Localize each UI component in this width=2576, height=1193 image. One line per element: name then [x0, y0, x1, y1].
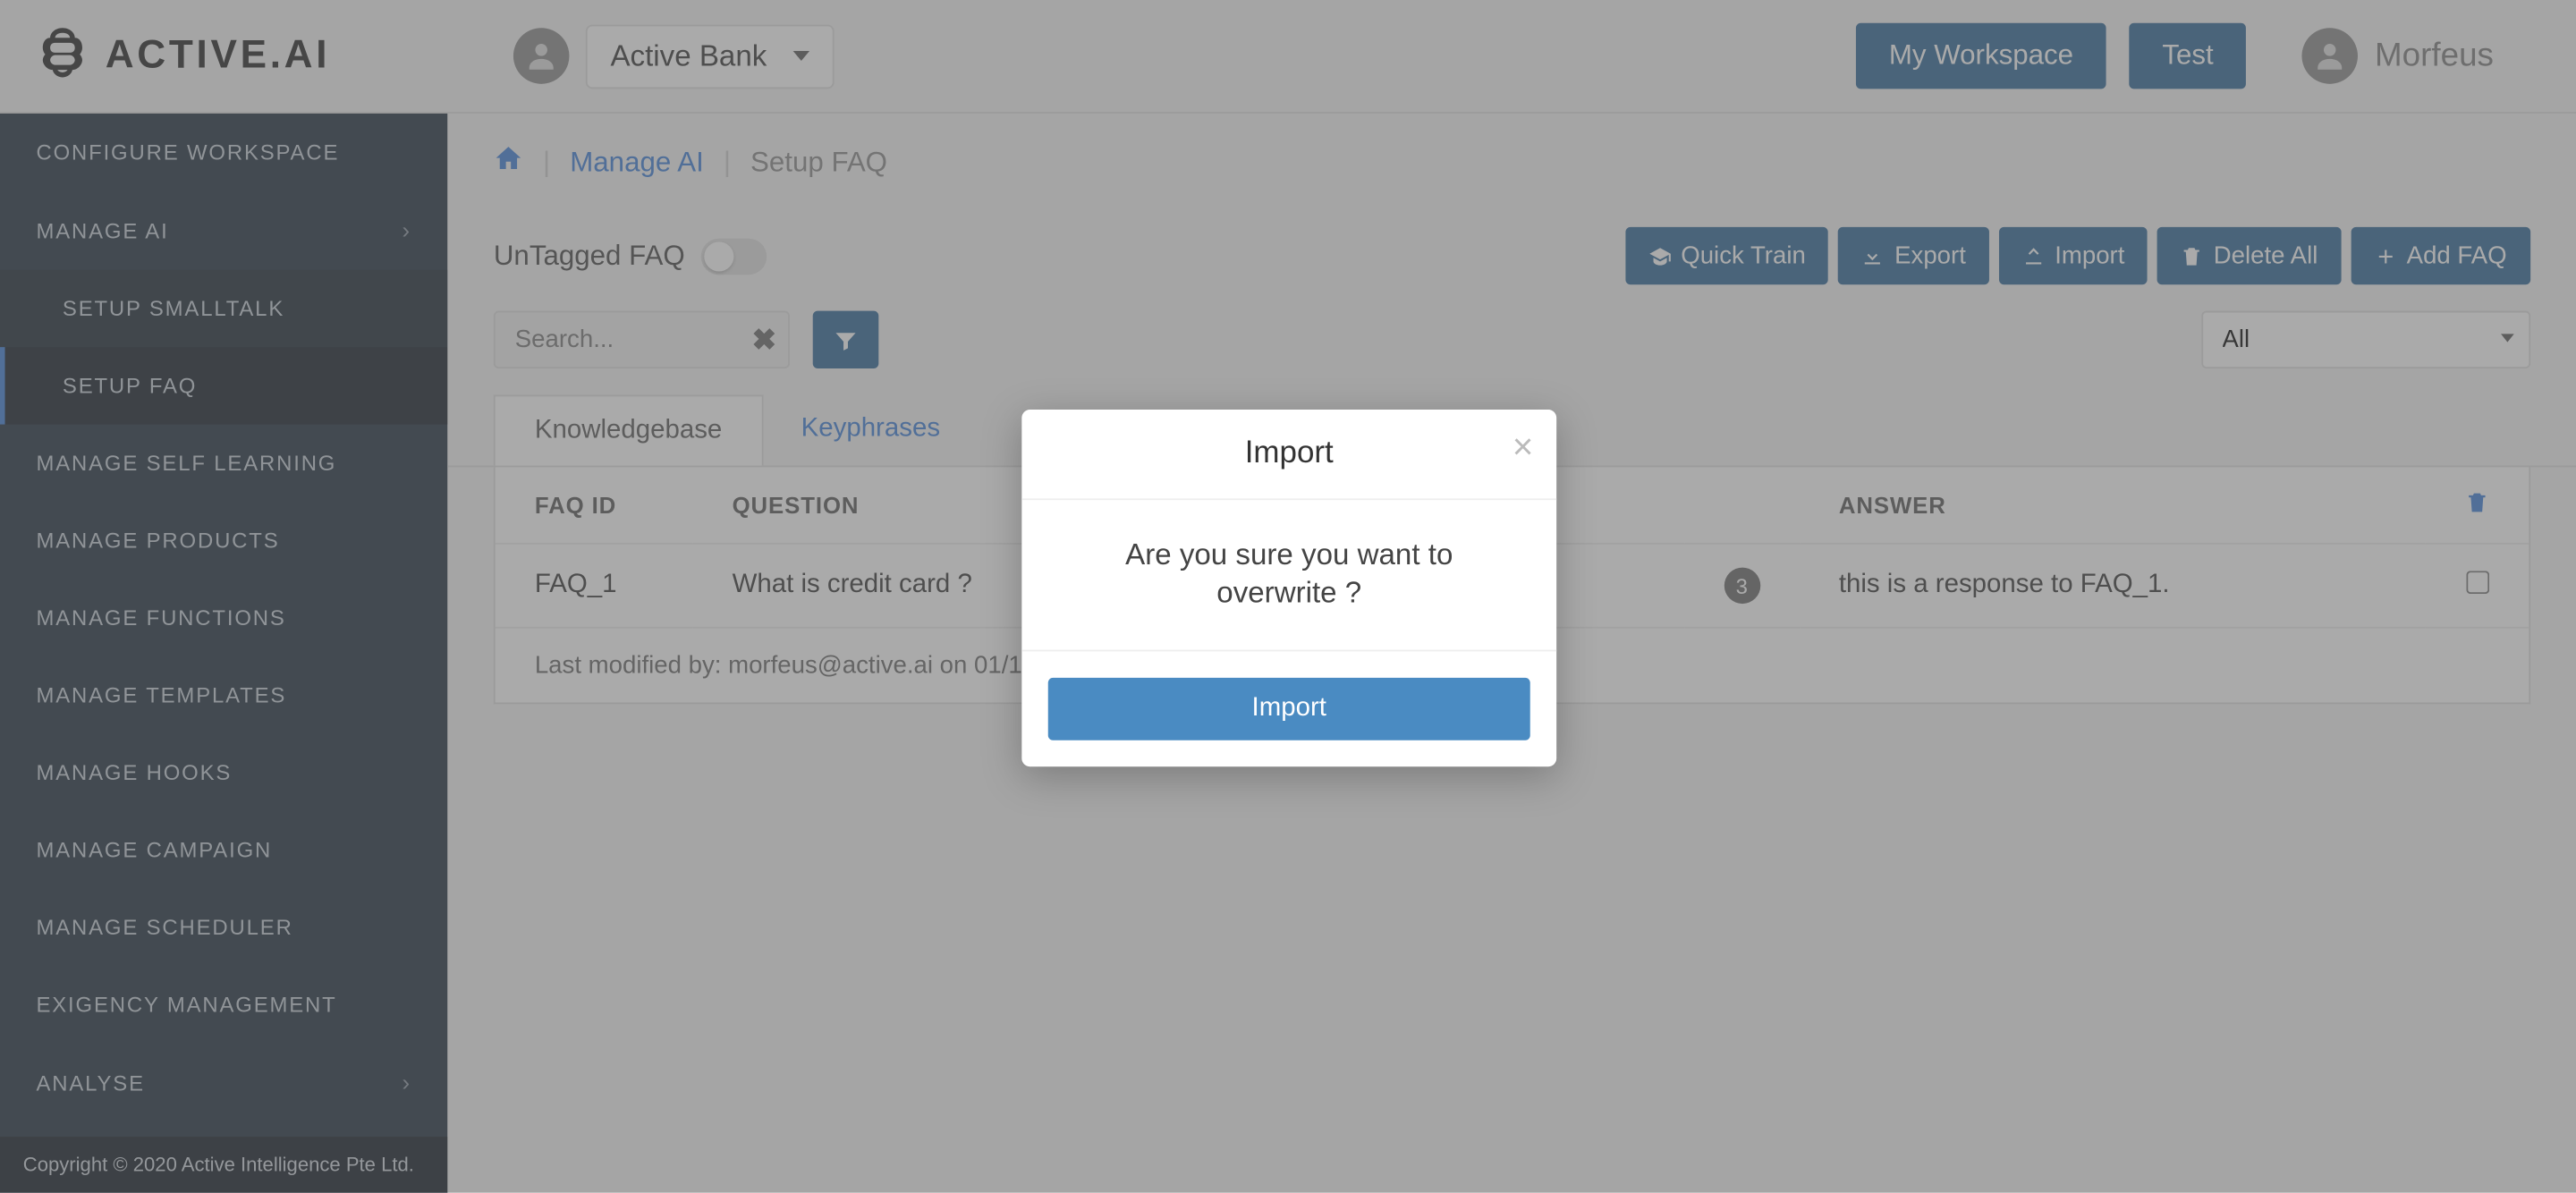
modal-body: Are you sure you want to overwrite ? — [1021, 500, 1556, 651]
modal-title: Import — [1245, 436, 1334, 470]
modal-close-icon[interactable]: × — [1513, 426, 1534, 469]
import-modal: Import × Are you sure you want to overwr… — [1021, 410, 1556, 766]
modal-footer: Import — [1021, 651, 1556, 766]
modal-header: Import × — [1021, 410, 1556, 500]
modal-import-button[interactable]: Import — [1048, 677, 1530, 740]
